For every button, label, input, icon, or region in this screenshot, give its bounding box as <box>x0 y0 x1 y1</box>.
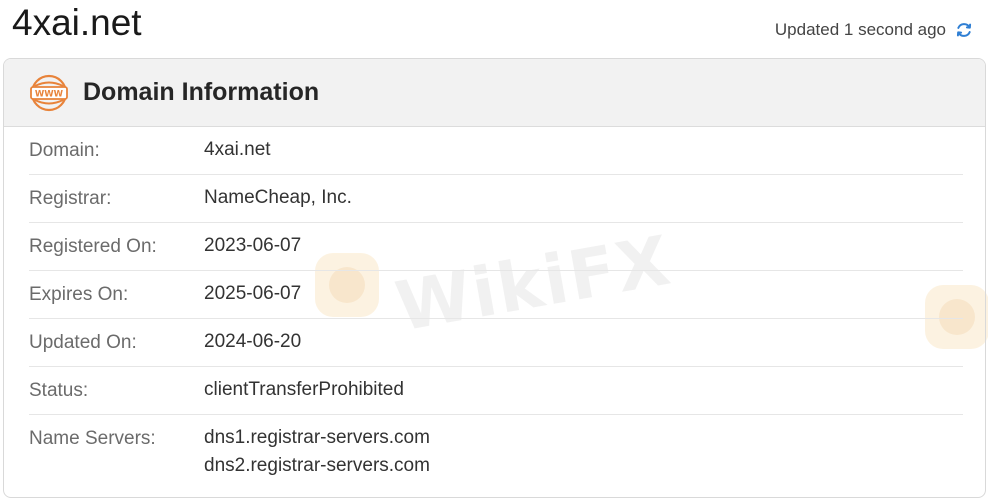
update-status: Updated 1 second ago <box>775 20 974 40</box>
www-icon: WWW <box>30 74 68 111</box>
row-expires-on: Expires On: 2025-06-07 <box>29 271 963 319</box>
name-servers-value: dns1.registrar-servers.com dns2.registra… <box>204 424 430 480</box>
expires-on-value: 2025-06-07 <box>204 283 302 304</box>
domain-label: Domain: <box>29 140 100 161</box>
name-server-2: dns2.registrar-servers.com <box>204 455 430 476</box>
registrar-value: NameCheap, Inc. <box>204 187 352 208</box>
status-label: Status: <box>29 380 89 401</box>
registered-on-label: Registered On: <box>29 236 157 257</box>
row-status: Status: clientTransferProhibited <box>29 367 963 415</box>
registrar-label: Registrar: <box>29 188 112 209</box>
row-updated-on: Updated On: 2024-06-20 <box>29 319 963 367</box>
updated-on-value: 2024-06-20 <box>204 331 302 352</box>
row-registrar: Registrar: NameCheap, Inc. <box>29 175 963 223</box>
updated-on-label: Updated On: <box>29 332 137 353</box>
info-rows: Domain: 4xai.net Registrar: NameCheap, I… <box>4 127 985 480</box>
name-server-1: dns1.registrar-servers.com <box>204 427 430 448</box>
domain-value: 4xai.net <box>204 139 271 160</box>
page-title: 4xai.net <box>12 2 142 43</box>
svg-text:WWW: WWW <box>35 89 64 99</box>
expires-on-label: Expires On: <box>29 284 129 305</box>
domain-info-card: WWW Domain Information Domain: 4xai.net … <box>3 58 986 498</box>
row-domain: Domain: 4xai.net <box>29 127 963 175</box>
updated-text: Updated 1 second ago <box>774 20 946 39</box>
row-registered-on: Registered On: 2023-06-07 <box>29 223 963 271</box>
name-servers-label: Name Servers: <box>29 428 156 449</box>
registered-on-value: 2023-06-07 <box>204 235 302 256</box>
row-name-servers: Name Servers: dns1.registrar-servers.com… <box>29 415 963 480</box>
status-value: clientTransferProhibited <box>204 379 404 400</box>
card-header: WWW Domain Information <box>4 59 985 127</box>
refresh-icon[interactable] <box>954 20 974 40</box>
card-title: Domain Information <box>83 78 320 106</box>
